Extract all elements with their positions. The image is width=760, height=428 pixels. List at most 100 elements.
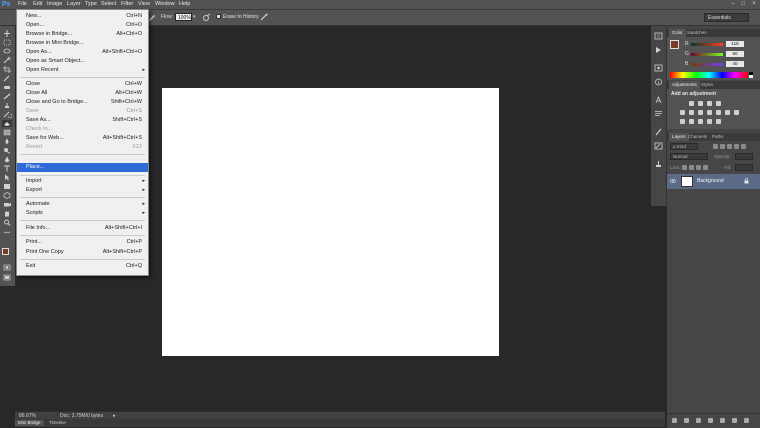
exposure-icon[interactable] [716,101,721,106]
tab-timeline[interactable]: Timeline [46,420,69,426]
flow-dropdown-icon[interactable]: ▾ [193,14,199,20]
menu-item-browse-in-mini-bridge[interactable]: Browse in Mini Bridge... [17,39,148,48]
levels-icon[interactable] [698,101,703,106]
properties-panel-icon[interactable] [654,64,663,72]
menu-item-open-recent[interactable]: Open Recent ▸ [17,66,148,75]
brush-tool-icon[interactable] [2,93,12,100]
type-tool-icon[interactable] [2,165,12,172]
menu-edit[interactable]: Edit [33,0,42,9]
quick-mask-icon[interactable] [2,264,12,271]
b-value-input[interactable]: 40 [726,61,744,67]
healing-brush-tool-icon[interactable] [2,84,12,91]
delete-layer-icon[interactable] [744,418,749,423]
menu-item-exit[interactable]: Exit Ctrl+Q [17,262,148,271]
lock-image-icon[interactable] [689,165,694,170]
marquee-tool-icon[interactable] [2,39,12,46]
link-layers-icon[interactable] [672,418,677,423]
vibrance-icon[interactable] [680,110,685,115]
color-lookup-icon[interactable] [734,110,739,115]
opacity-input[interactable] [735,153,753,160]
menu-item-browse-in-bridge[interactable]: Browse in Bridge... Alt+Ctrl+O [17,30,148,39]
pressure-icon[interactable] [260,13,268,21]
dodge-tool-icon[interactable] [2,147,12,154]
path-selection-tool-icon[interactable] [2,174,12,181]
tab-channels[interactable]: Channels [685,133,710,141]
new-adjustment-layer-icon[interactable] [708,418,713,423]
pen-tool-icon[interactable] [2,156,12,163]
fill-input[interactable] [735,164,753,171]
layer-name[interactable]: Background [697,178,724,184]
menu-item-close[interactable]: Close Ctrl+W [17,80,148,89]
close-window-icon[interactable]: × [750,0,758,9]
3d-tool-icon[interactable] [2,192,12,199]
black-white-icon[interactable] [707,110,712,115]
layer-filter-kind-select[interactable]: ρ Kind [670,143,698,150]
visibility-eye-icon[interactable] [669,178,677,184]
move-tool-icon[interactable] [2,30,12,37]
menu-image[interactable]: Image [47,0,62,9]
new-group-icon[interactable] [720,418,725,423]
filter-pixel-icon[interactable] [713,144,718,149]
menu-type[interactable]: Type [85,0,97,9]
menu-help[interactable]: Help [179,0,190,9]
invert-icon[interactable] [680,119,685,124]
eyedropper-tool-icon[interactable] [2,75,12,82]
menu-item-open-as[interactable]: Open As... Alt+Shift+Ctrl+O [17,48,148,57]
menu-item-automate[interactable]: Automate ▸ [17,200,148,209]
menu-item-save-as[interactable]: Save As... Shift+Ctrl+S [17,116,148,125]
lock-transparent-icon[interactable] [682,165,687,170]
brush-panel-icon[interactable] [654,142,663,150]
threshold-icon[interactable] [698,119,703,124]
channel-mixer-icon[interactable] [725,110,730,115]
menu-item-scripts[interactable]: Scripts ▸ [17,209,148,218]
tab-mini-bridge[interactable]: Mini Bridge [15,420,44,426]
foreground-color-swatch[interactable] [2,248,9,255]
tab-adjustments[interactable]: Adjustments [669,81,700,89]
shape-tool-icon[interactable] [2,183,12,190]
gradient-tool-icon[interactable] [2,129,12,136]
3d-camera-tool-icon[interactable] [2,201,12,208]
new-layer-icon[interactable] [732,418,737,423]
eraser-tool-icon[interactable] [2,120,12,127]
screen-mode-icon[interactable] [2,274,12,281]
layer-row-background[interactable]: Background [667,174,760,189]
tab-swatches[interactable]: Swatches [684,29,710,37]
curves-icon[interactable] [707,101,712,106]
menu-item-export[interactable]: Export ▸ [17,186,148,195]
layer-mask-icon[interactable] [696,418,701,423]
clone-source-panel-icon[interactable] [654,160,663,168]
r-value-input[interactable]: 118 [726,41,744,47]
menu-item-save-for-web[interactable]: Save for Web... Alt+Shift+Ctrl+S [17,134,148,143]
filter-adjustment-icon[interactable] [720,144,725,149]
photo-filter-icon[interactable] [716,110,721,115]
quick-selection-tool-icon[interactable] [2,57,12,64]
paragraph-panel-icon[interactable] [654,110,663,118]
b-slider[interactable] [691,63,723,66]
menu-item-open-as-smart-object[interactable]: Open as Smart Object... [17,57,148,66]
flow-input[interactable]: 100% [175,13,192,21]
actions-panel-icon[interactable] [654,46,663,54]
menu-window[interactable]: Window [155,0,175,9]
crop-tool-icon[interactable] [2,66,12,73]
maximize-icon[interactable]: □ [739,0,747,9]
g-slider[interactable] [691,53,723,56]
character-panel-icon[interactable] [654,95,663,104]
blend-mode-select[interactable]: Normal [670,153,708,160]
r-slider[interactable] [691,43,723,46]
filter-type-icon[interactable] [727,144,732,149]
tab-paths[interactable]: Paths [709,133,727,141]
hand-tool-icon[interactable] [2,210,12,217]
brightness-contrast-icon[interactable] [689,101,694,106]
info-panel-icon[interactable] [654,78,663,86]
menu-select[interactable]: Select [101,0,116,9]
color-spectrum-bar[interactable] [670,72,748,78]
white-swatch[interactable] [749,75,753,78]
clone-stamp-tool-icon[interactable] [2,102,12,109]
blur-tool-icon[interactable] [2,138,12,145]
menu-item-close-all[interactable]: Close All Alt+Ctrl+W [17,89,148,98]
menu-layer[interactable]: Layer [67,0,81,9]
gradient-map-icon[interactable] [707,119,712,124]
menu-item-print[interactable]: Print... Ctrl+P [17,238,148,247]
filter-smart-object-icon[interactable] [741,144,746,149]
menu-item-open[interactable]: Open... Ctrl+O [17,21,148,30]
